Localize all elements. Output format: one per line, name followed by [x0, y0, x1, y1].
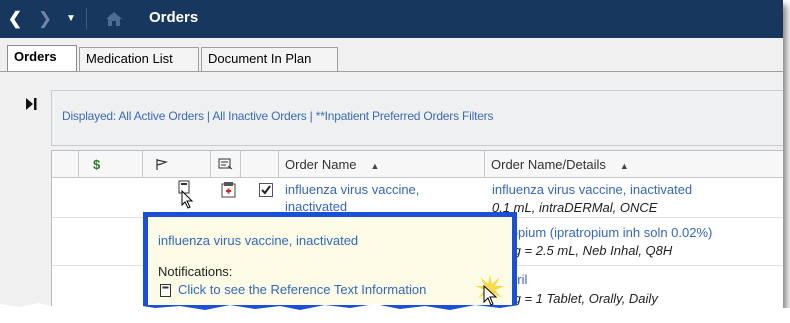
reference-tooltip: influenza virus vaccine, inactivated Not… [148, 217, 512, 305]
document-column-header[interactable] [211, 151, 241, 178]
tooltip-title[interactable]: influenza virus vaccine, inactivated [158, 233, 358, 248]
order-name-header-label: Order Name [285, 157, 357, 172]
order-name-link[interactable]: influenza virus vaccine, inactivated [285, 181, 419, 215]
order-details-text: ...mg = 2.5 mL, Neb Inhal, Q8H [492, 243, 673, 258]
title-separator [86, 8, 87, 30]
order-checkbox[interactable] [259, 183, 273, 197]
title-bar: ❮ ❯ ▼ Orders [0, 0, 783, 38]
dropdown-arrow-icon[interactable]: ▼ [60, 7, 82, 31]
filter-bar: Displayed: All Active Orders | All Inact… [51, 90, 783, 146]
tab-document-in-plan[interactable]: Document In Plan [201, 47, 338, 71]
home-icon[interactable] [104, 9, 124, 29]
reference-text-link[interactable]: Click to see the Reference Text Informat… [178, 282, 426, 297]
sort-ascending-icon: ▲ [370, 161, 380, 171]
flag-icon [156, 159, 168, 170]
sort-ascending-icon: ▲ [619, 161, 629, 171]
collapse-panel-icon[interactable] [24, 97, 38, 111]
flag-column-header[interactable] [143, 151, 211, 178]
order-name-line: influenza virus vaccine, [285, 182, 420, 197]
select-column-header[interactable] [52, 151, 79, 178]
tab-orders[interactable]: Orders [7, 45, 77, 72]
torn-edge-decoration [0, 303, 790, 323]
tab-medication-list[interactable]: Medication List [79, 47, 199, 71]
tab-bar: Orders Medication List Document In Plan [0, 38, 783, 72]
filter-text[interactable]: Displayed: All Active Orders | All Inact… [62, 109, 493, 123]
page-title: Orders [149, 9, 199, 26]
cost-column-header[interactable]: $ [79, 151, 143, 178]
order-details-title[interactable]: influenza virus vaccine, inactivated [492, 181, 692, 198]
order-details-title[interactable]: ...tropium (ipratropium inh soln 0.02%) [492, 224, 712, 241]
dollar-icon: $ [93, 157, 101, 172]
notifications-label: Notifications: [158, 264, 233, 279]
grid-header: $ Order Name ▲ Order Name/Details ▲ [52, 151, 783, 178]
medication-order-icon [221, 182, 236, 198]
orders-window: ❮ ❯ ▼ Orders Orders Medication List Docu… [0, 0, 783, 314]
forward-arrow-icon[interactable]: ❯ [34, 7, 56, 31]
order-name-column-header[interactable]: Order Name ▲ [279, 151, 485, 178]
document-icon [218, 158, 233, 170]
mouse-cursor-icon [181, 190, 194, 209]
order-details-column-header[interactable]: Order Name/Details ▲ [485, 151, 783, 178]
spacer-column-header [241, 151, 279, 178]
back-arrow-icon[interactable]: ❮ [4, 7, 26, 31]
order-details-header-label: Order Name/Details [491, 157, 606, 172]
